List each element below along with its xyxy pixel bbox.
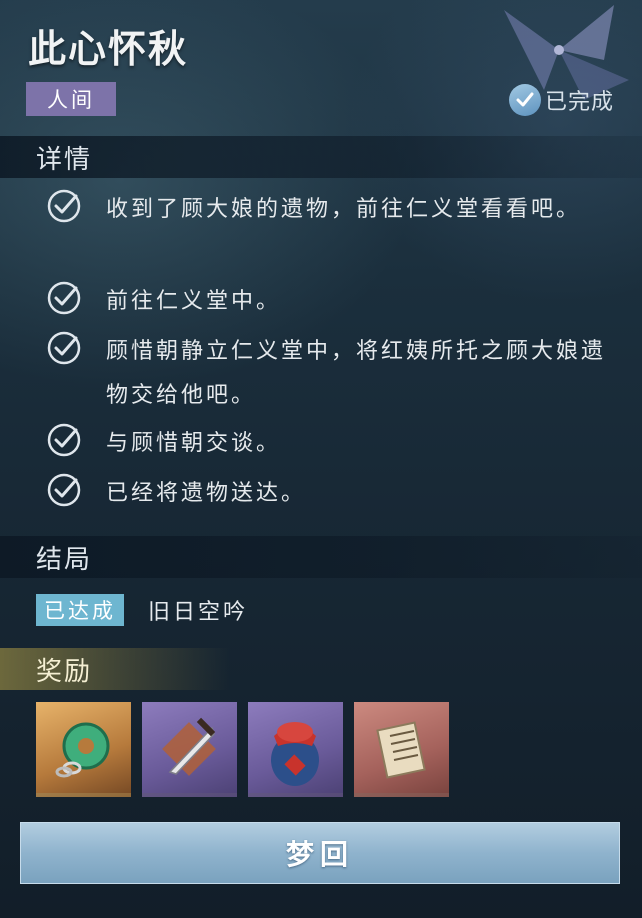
dagger-icon (162, 717, 216, 776)
details-heading: 详情 (36, 144, 93, 175)
objective-text: 已经将遗物送达。 (106, 481, 307, 506)
reward-heading: 奖励 (36, 656, 93, 687)
reward-list (36, 702, 449, 797)
objective-item: 顾惜朝静立仁义堂中，将红姨所托之顾大娘遗物交给他吧。 (46, 330, 626, 418)
completion-status: 已完成 (508, 84, 614, 116)
objective-text: 顾惜朝静立仁义堂中，将红姨所托之顾大娘遗物交给他吧。 (106, 339, 607, 408)
reward-slot-scroll[interactable] (354, 702, 449, 797)
status-label: 已完成 (544, 90, 614, 115)
objective-item: 前往仁义堂中。 (46, 280, 626, 324)
ending-row: 已达成 旧日空吟 (36, 594, 248, 626)
check-circle-icon (47, 281, 81, 315)
check-circle-icon (47, 331, 81, 365)
check-circle-icon (47, 189, 81, 223)
check-circle-icon (47, 423, 81, 457)
completed-check-icon (508, 84, 541, 116)
jade-pendant-icon (55, 722, 110, 778)
objective-item: 与顾惜朝交谈。 (46, 422, 626, 466)
reward-slot-jade[interactable] (36, 702, 131, 797)
reward-slot-dagger[interactable] (142, 702, 237, 797)
reward-section-header: 奖励 (0, 648, 230, 690)
check-circle-icon (47, 473, 81, 507)
ending-name: 旧日空吟 (148, 600, 249, 625)
quest-title: 此心怀秋 (28, 27, 189, 71)
scroll-icon (376, 721, 426, 779)
objective-text: 收到了顾大娘的遗物，前往仁义堂看看吧。 (106, 197, 582, 222)
ending-section-header: 结局 (0, 536, 642, 578)
objective-text: 前往仁义堂中。 (106, 289, 282, 314)
wine-jar-icon (271, 722, 319, 786)
reward-slot-wine-jar[interactable] (248, 702, 343, 797)
objective-text: 与顾惜朝交谈。 (106, 431, 282, 456)
details-section-header: 详情 (0, 136, 642, 178)
objective-item: 收到了顾大娘的遗物，前往仁义堂看看吧。 (46, 188, 626, 232)
objective-item: 已经将遗物送达。 (46, 472, 626, 516)
dream-return-button[interactable]: 梦回 (20, 822, 620, 884)
ending-achieved-badge: 已达成 (36, 594, 124, 626)
realm-tag: 人间 (26, 82, 116, 116)
ending-heading: 结局 (36, 544, 93, 575)
